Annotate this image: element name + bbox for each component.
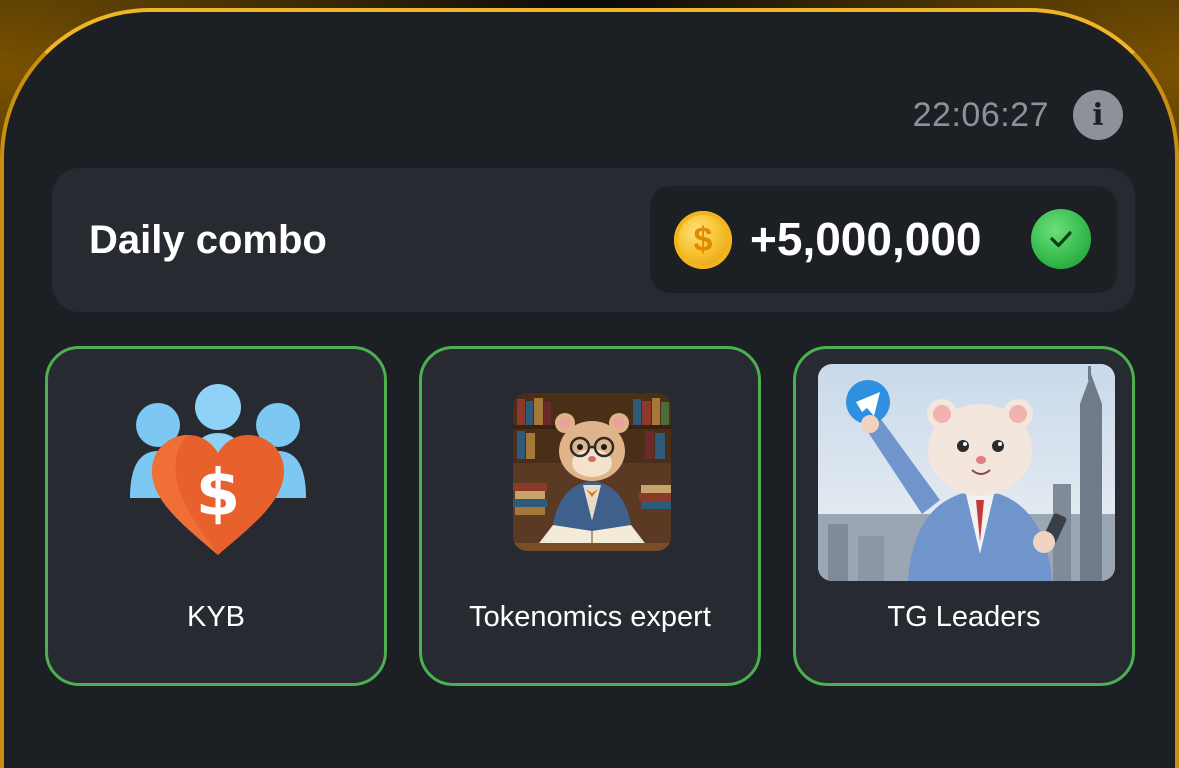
coin-icon: $ [674,211,732,269]
reward-box: $ +5,000,000 [650,186,1117,293]
hamster-reading-book-image [513,393,671,551]
countdown-timer: 22:06:27 [912,95,1049,134]
card-label: KYB [186,601,246,633]
combo-card-tokenomics-expert[interactable]: Tokenomics expert [419,346,761,686]
card-label: Tokenomics expert [469,601,711,633]
combo-card-tg-leaders[interactable]: TG Leaders [793,346,1135,686]
daily-combo-bar: Daily combo $ +5,000,000 [52,168,1135,312]
hamster-telegram-city-image [818,364,1115,581]
reward-amount: +5,000,000 [750,213,982,265]
svg-text:$: $ [196,457,241,531]
daily-combo-panel: 22:06:27 i Daily combo $ +5,000,000 $ KY… [0,8,1179,768]
card-label: TG Leaders [887,601,1041,633]
info-icon[interactable]: i [1073,90,1123,140]
checkmark-icon [1031,209,1091,269]
kyb-heart-dollar-icon: $ [130,384,306,555]
combo-card-kyb[interactable]: $ KYB [45,346,387,686]
daily-combo-title: Daily combo [89,218,327,262]
timer-row: 22:06:27 i [913,90,1123,140]
